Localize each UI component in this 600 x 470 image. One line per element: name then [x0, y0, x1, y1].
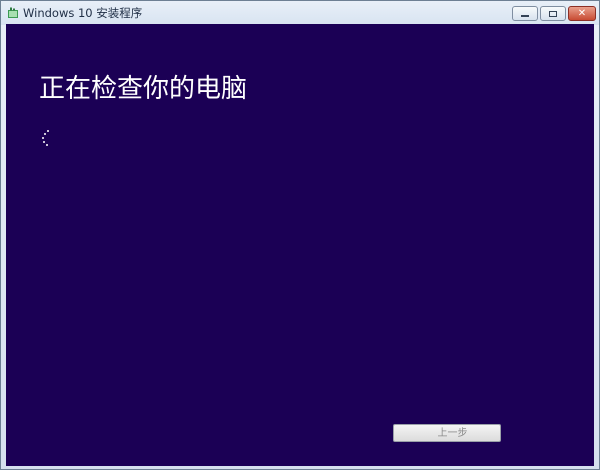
- spinner-dot: [47, 130, 49, 132]
- minimize-icon: [521, 15, 529, 17]
- setup-window: Windows 10 安装程序 ✕ 正在检查你的电脑 上一步: [0, 0, 600, 470]
- back-button[interactable]: 上一步: [393, 424, 501, 442]
- close-icon: ✕: [577, 7, 587, 19]
- spinner-dot: [44, 133, 46, 135]
- maximize-icon: [549, 10, 557, 17]
- window-title: Windows 10 安装程序: [23, 6, 143, 20]
- maximize-button[interactable]: [540, 6, 566, 21]
- close-button[interactable]: ✕: [568, 6, 596, 21]
- spinner-dot: [46, 144, 48, 146]
- setup-app-icon: [8, 7, 18, 18]
- title-bar[interactable]: Windows 10 安装程序 ✕: [1, 1, 599, 25]
- setup-content: 正在检查你的电脑 上一步: [6, 24, 594, 466]
- spinner-dot: [42, 137, 44, 139]
- page-title: 正在检查你的电脑: [39, 74, 248, 105]
- spinner-dot: [43, 141, 45, 143]
- loading-spinner-icon: [39, 130, 53, 148]
- minimize-button[interactable]: [512, 6, 538, 21]
